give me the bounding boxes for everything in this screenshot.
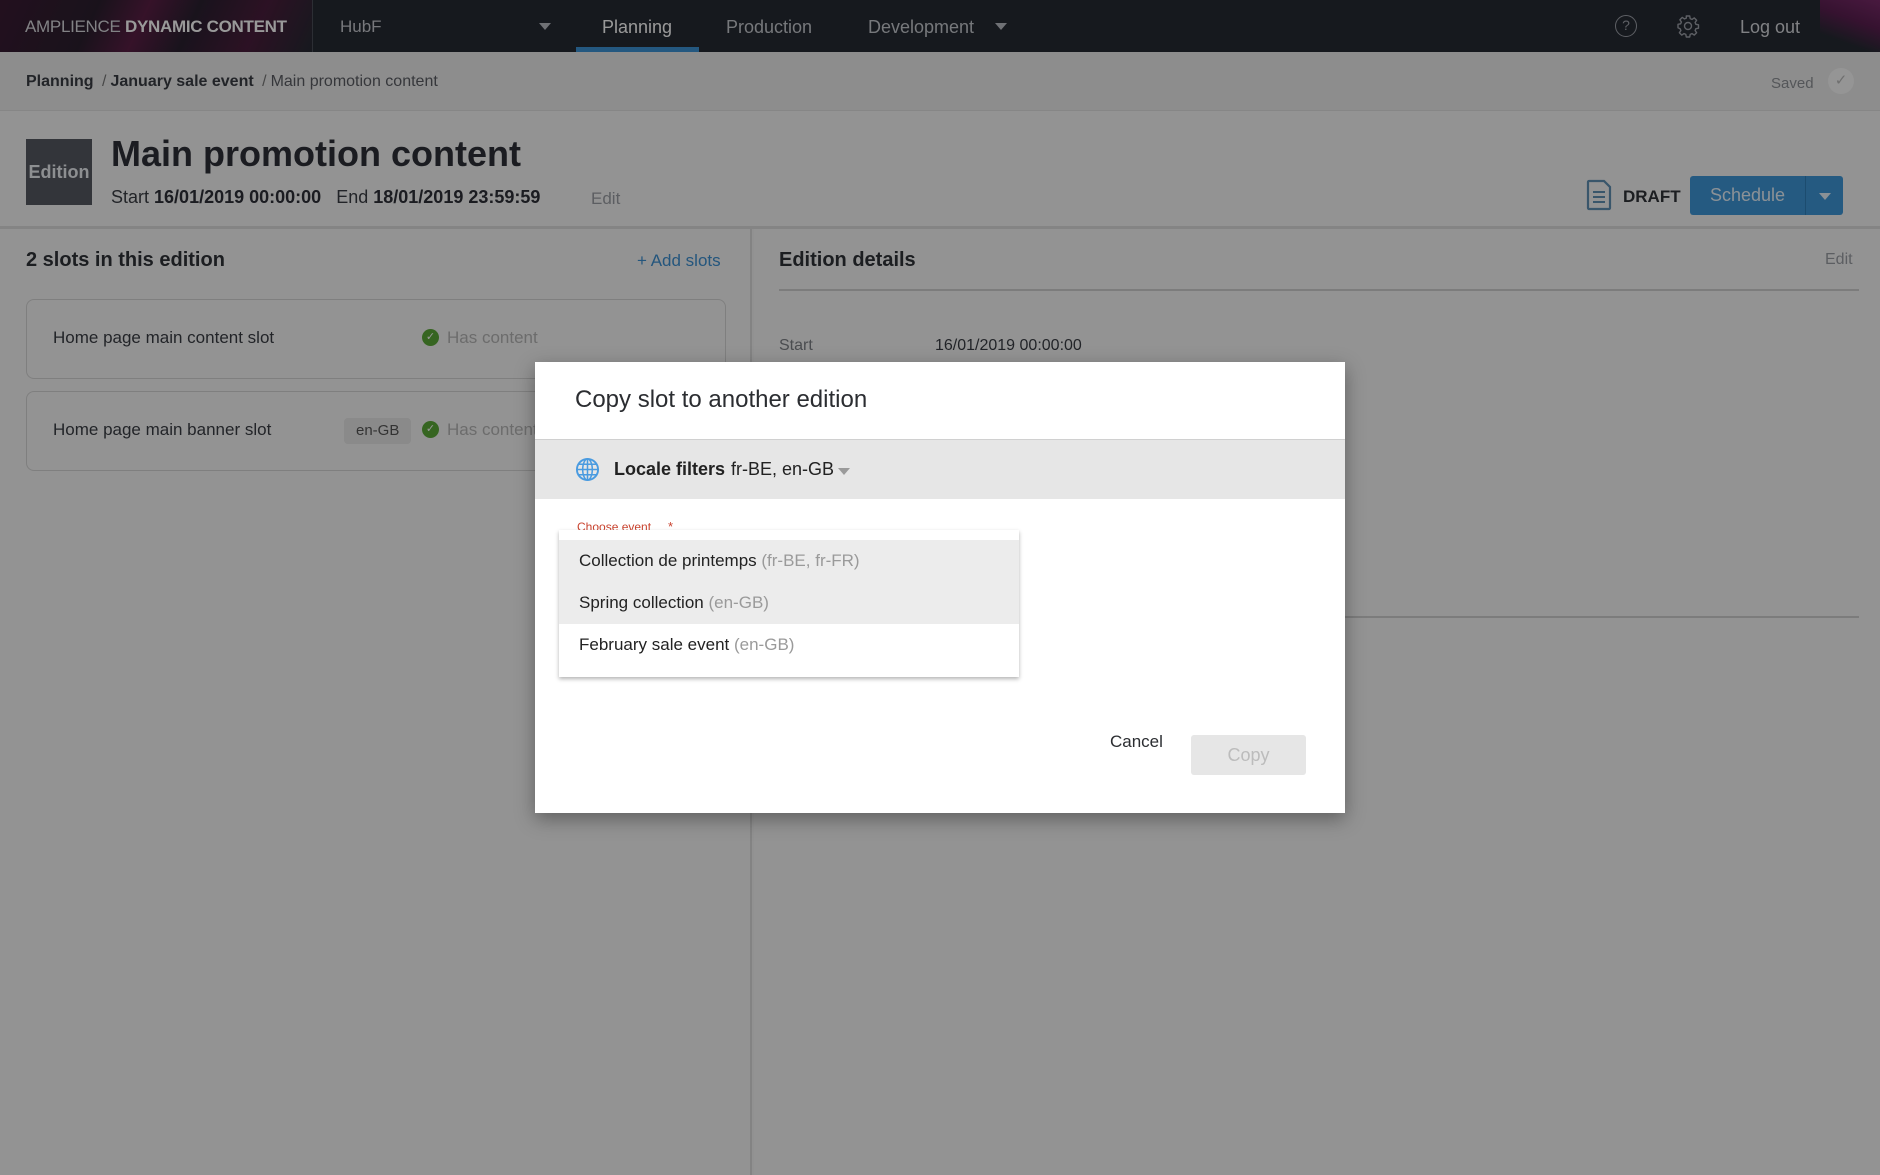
cancel-button[interactable]: Cancel: [1110, 732, 1163, 752]
option-name: February sale event: [579, 635, 730, 654]
dialog-title: Copy slot to another edition: [575, 386, 868, 413]
event-dropdown-menu: Collection de printemps (fr-BE, fr-FR) S…: [559, 530, 1019, 677]
locale-filter-bar[interactable]: Locale filters fr-BE, en-GB: [535, 439, 1345, 499]
event-option[interactable]: Spring collection (en-GB): [559, 582, 1019, 624]
option-locales: (en-GB): [708, 593, 769, 612]
copy-slot-dialog: Copy slot to another edition Locale filt…: [535, 362, 1345, 813]
locale-filters-value[interactable]: fr-BE, en-GB: [731, 459, 834, 480]
chevron-down-icon[interactable]: [838, 468, 850, 475]
event-option[interactable]: February sale event (en-GB): [559, 624, 1019, 666]
event-option[interactable]: Collection de printemps (fr-BE, fr-FR): [559, 540, 1019, 582]
option-name: Collection de printemps: [579, 551, 757, 570]
option-name: Spring collection: [579, 593, 704, 612]
locale-filters-label: Locale filters: [614, 459, 726, 479]
option-locales: (en-GB): [733, 635, 795, 654]
option-locales: (fr-BE, fr-FR): [761, 551, 860, 570]
globe-icon: [575, 457, 600, 482]
copy-button[interactable]: Copy: [1191, 735, 1306, 775]
